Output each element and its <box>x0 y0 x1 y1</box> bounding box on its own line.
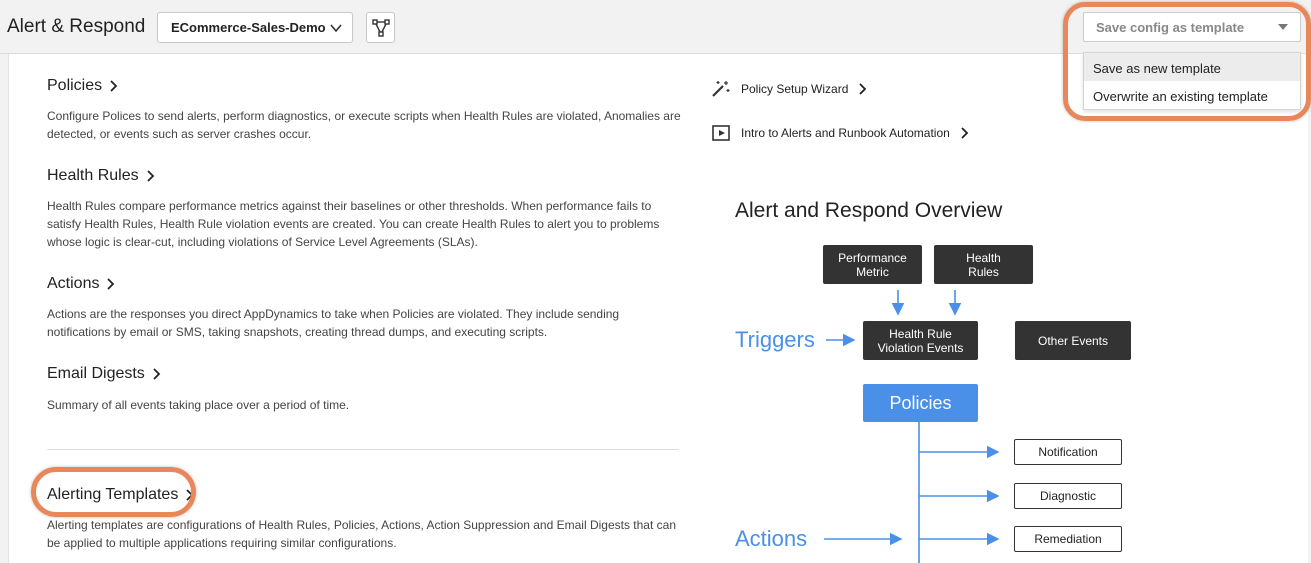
box-label-line: Performance <box>838 250 907 265</box>
box-label-line: Violation Events <box>877 340 964 355</box>
remediation-box: Remediation <box>1014 526 1122 552</box>
box-label-line: Health Rule <box>889 326 952 341</box>
box-label-line: Rules <box>968 264 999 279</box>
notification-box: Notification <box>1014 439 1122 465</box>
violation-events-box: Health Rule Violation Events <box>863 321 978 360</box>
box-label-line: Other Events <box>1037 333 1109 348</box>
actions-label: Actions <box>735 526 808 551</box>
other-events-box: Other Events <box>1015 321 1131 360</box>
box-label-line: Health <box>966 250 1001 265</box>
policies-box: Policies <box>863 384 978 422</box>
diagnostic-box: Diagnostic <box>1014 483 1122 509</box>
highlight-annotation-template-menu <box>1063 2 1311 121</box>
health-rules-box: Health Rules <box>934 245 1033 284</box>
performance-metric-box: Performance Metric <box>823 245 922 284</box>
triggers-label: Triggers <box>735 327 815 352</box>
box-label-line: Metric <box>856 264 889 279</box>
